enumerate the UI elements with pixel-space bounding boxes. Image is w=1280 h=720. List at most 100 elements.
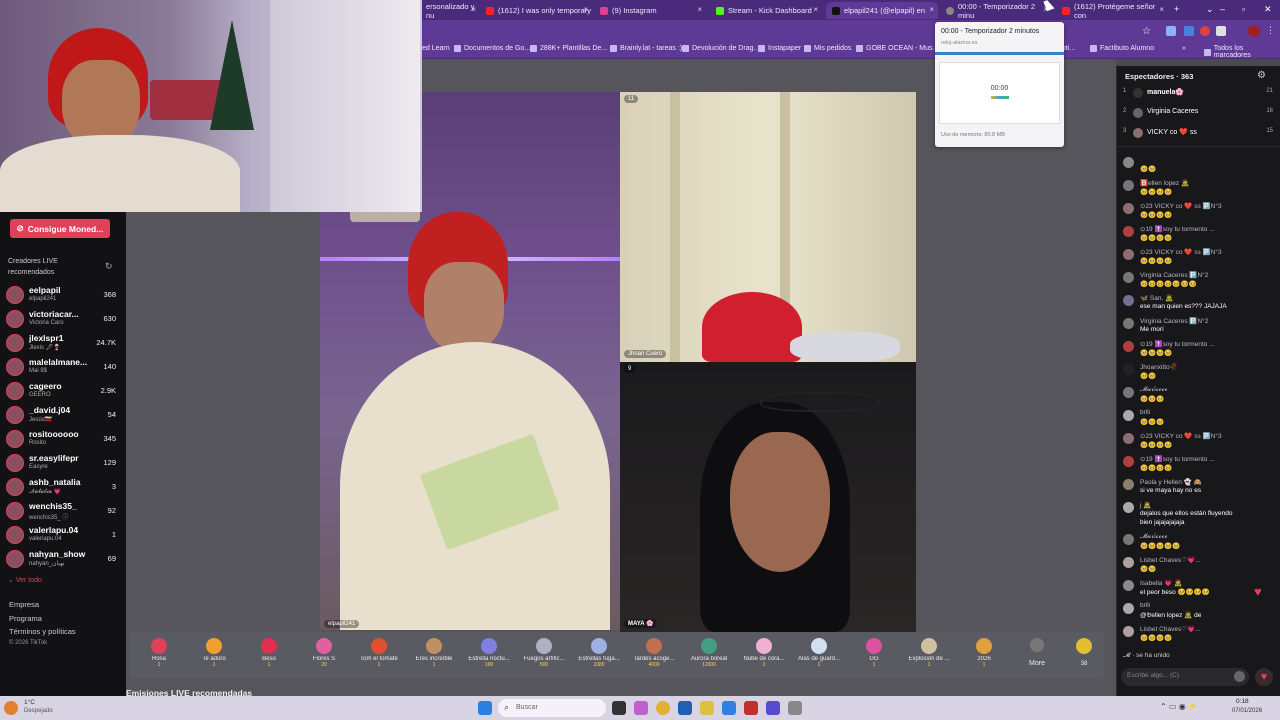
bookmark[interactable]: Documentos de Go... bbox=[454, 45, 530, 52]
browser-tab[interactable]: (1612) Protégeme señor con × bbox=[1056, 2, 1168, 20]
chrome-icon[interactable] bbox=[656, 701, 670, 715]
see-all-link[interactable]: ⌄ Ver todo bbox=[8, 576, 42, 584]
gift-item[interactable]: Aurora boreal 12000 bbox=[680, 636, 738, 668]
gift-item[interactable]: Flores S 20 bbox=[295, 636, 353, 668]
close-tab-icon[interactable]: × bbox=[929, 5, 934, 14]
chat-message[interactable]: Virginia Caceres 🅿️N°2 Me morí bbox=[1123, 317, 1275, 340]
creator-item[interactable]: ashb_natalia 𝓝𝓪𝓽𝓪𝓵𝓲𝓪 💗 3 bbox=[6, 476, 120, 498]
maximize-icon[interactable]: ▫ bbox=[1242, 4, 1245, 14]
creator-item[interactable]: eelpapil elpapil241 368 bbox=[6, 284, 120, 306]
file-explorer-icon[interactable] bbox=[700, 701, 714, 715]
creator-item[interactable]: wenchis35_ wenchis35_ ⓘ 92 bbox=[6, 500, 120, 522]
bookmark[interactable]: GOBE OCEAN - Mus... bbox=[856, 45, 938, 52]
bookmark[interactable]: 288K+ Plantillas De... bbox=[530, 45, 607, 52]
app-icon[interactable] bbox=[722, 701, 736, 715]
gift-item[interactable]: 2026 1 bbox=[955, 636, 1013, 668]
extension-icon[interactable] bbox=[1184, 26, 1194, 36]
creator-item[interactable]: valerlapu.04 valeriapu.04 1 bbox=[6, 524, 120, 546]
coin-balance[interactable]: 38 bbox=[1068, 636, 1100, 668]
creator-item[interactable]: cageero GEERO 2.9K bbox=[6, 380, 120, 402]
guest-video-1[interactable]: 11 Jhoan Cuero bbox=[620, 92, 916, 362]
get-coins-button[interactable]: ⊘ Consigue Moned... bbox=[10, 219, 110, 238]
browser-tab[interactable]: elpapil241 (@elpapil) en × bbox=[826, 2, 938, 19]
bookmark[interactable]: Brainly.lat - tareas :) bbox=[610, 45, 682, 52]
bookmark[interactable]: Mis pedidos bbox=[804, 45, 851, 52]
gift-item[interactable]: Te adoro 1 bbox=[185, 636, 243, 668]
more-gifts-button[interactable]: More bbox=[1026, 636, 1048, 668]
top-viewer[interactable]: 3 VICKY co ❤️ ss 15 bbox=[1123, 128, 1273, 142]
extensions-puzzle-icon[interactable] bbox=[1216, 26, 1226, 36]
gift-item[interactable]: Tom el tomate 1 bbox=[350, 636, 408, 668]
creator-item[interactable]: victoriacar... Victoria Caro 630 bbox=[6, 308, 120, 330]
discord-icon[interactable] bbox=[766, 701, 780, 715]
chat-message[interactable]: ⊙23 VICKY co ❤️ ss 🅿️N°3 🥺🥺🥺🥺 bbox=[1123, 248, 1275, 271]
star-icon[interactable]: ☆ bbox=[1142, 26, 1151, 37]
close-tab-icon[interactable]: × bbox=[1159, 5, 1164, 14]
more-bookmarks-icon[interactable]: » bbox=[1182, 45, 1186, 52]
chat-message[interactable]: brlli 🥺🥺🥺 bbox=[1123, 409, 1275, 432]
creator-item[interactable]: nahyan_show nahyan_نهيان 69 bbox=[6, 548, 120, 570]
creator-item[interactable]: jlexlspr1 Jlexis 🖋🍷 24.7K bbox=[6, 332, 120, 354]
all-bookmarks[interactable]: Todos los marcadores bbox=[1204, 45, 1280, 59]
weather-icon[interactable] bbox=[4, 701, 18, 715]
gift-item[interactable]: Rosa 1 bbox=[130, 636, 188, 668]
taskbar-search[interactable]: ⌕ Buscar bbox=[498, 699, 606, 717]
chat-message[interactable]: ⊙19 ✝️soy tu tormento ... 🥺🥺🥺🥺 bbox=[1123, 455, 1275, 478]
task-view-icon[interactable] bbox=[612, 701, 626, 715]
like-heart-icon[interactable]: ♥ bbox=[1255, 668, 1273, 686]
gift-item[interactable]: Fuegos artific... 500 bbox=[515, 636, 573, 668]
extension-icon[interactable] bbox=[1200, 26, 1210, 36]
footer-link[interactable]: Empresa bbox=[9, 600, 39, 609]
chat-message[interactable]: j 🧟 dejalos que ellos están fluyendo bien … bbox=[1123, 501, 1275, 533]
gift-item[interactable]: Estrella noctu... 199 bbox=[460, 636, 518, 668]
browser-tab[interactable]: Stream - Kick Dashboard × bbox=[710, 2, 822, 19]
extension-icon[interactable] bbox=[1166, 26, 1176, 36]
app-icon[interactable] bbox=[788, 701, 802, 715]
close-tab-icon[interactable]: × bbox=[471, 5, 476, 14]
chat-message[interactable]: ⊙23 VICKY co ❤️ ss 🅿️N°3 🥺🥺🥺🥺 bbox=[1123, 202, 1275, 225]
creator-item[interactable]: _david.j04 Jesús🇻🇪 54 bbox=[6, 404, 120, 426]
close-tab-icon[interactable]: × bbox=[813, 5, 818, 14]
app-icon[interactable] bbox=[634, 701, 648, 715]
footer-link[interactable]: Términos y políticas bbox=[9, 627, 76, 636]
chat-message[interactable]: Jhoanxitto🥀 🥺🥺 bbox=[1123, 363, 1275, 386]
minimize-icon[interactable]: – bbox=[1220, 4, 1225, 14]
bookmark[interactable]: Instapaper bbox=[758, 45, 801, 52]
new-tab-button[interactable]: + bbox=[1174, 4, 1179, 14]
chat-message[interactable]: 🦋 San. 🧟 ese man quien es??? JAJAJA bbox=[1123, 294, 1275, 317]
top-viewer[interactable]: 2 Virginia Caceres 16 bbox=[1123, 108, 1273, 122]
close-tab-icon[interactable]: × bbox=[583, 5, 588, 14]
chat-message[interactable]: Paola y Hellen 👻 🙈 si ve maya hay no es bbox=[1123, 478, 1275, 501]
creator-item[interactable]: malelalmane... Mai 8$ 140 bbox=[6, 356, 120, 378]
chat-message[interactable]: ⊙23 VICKY co ❤️ ss 🅿️N°3 🥺🥺🥺🥺 bbox=[1123, 432, 1275, 455]
close-tab-icon[interactable]: × bbox=[697, 5, 702, 14]
bookmark[interactable]: ed Learn bbox=[422, 45, 450, 52]
chat-message[interactable]: Virginia Caceres 🅿️N°2 🥺🥺🥺🥺🥺🥺🥺 bbox=[1123, 271, 1275, 294]
chat-message[interactable]: Lisbet Chaves♡💗... 🥺🥺🥺🥺 bbox=[1123, 625, 1275, 648]
avatar[interactable] bbox=[1248, 25, 1260, 37]
tray-icons[interactable]: ⌃ ▭ ◉ ⚡ bbox=[1160, 702, 1198, 711]
chat-message[interactable]: Lisbet Chaves♡💗... 🥺🥺 bbox=[1123, 556, 1275, 579]
top-viewer[interactable]: 1 manuela🌸 21 bbox=[1123, 88, 1273, 102]
gift-item[interactable]: Nube de cora... 1 bbox=[735, 636, 793, 668]
chat-input[interactable]: Escribe algo... (C) bbox=[1121, 668, 1249, 686]
chat-message[interactable]: ⊙19 ✝️soy tu tormento ... 🥺🥺🥺🥺 bbox=[1123, 225, 1275, 248]
browser-tab[interactable]: (9) Instagram × bbox=[594, 2, 706, 19]
bookmark[interactable]: Devolución de Drag... bbox=[682, 45, 759, 52]
browser-tab[interactable]: (1612) I was only temporary × bbox=[480, 2, 592, 19]
chat-message[interactable]: Isabella 💗 🧟 el peor beso 🥺🥺🥺🥺 bbox=[1123, 579, 1275, 602]
bookmark[interactable]: Factibuto Alumno bbox=[1090, 45, 1154, 52]
chevron-down-icon[interactable]: ⌄ bbox=[1206, 4, 1214, 15]
chat-message[interactable]: 𝓜𝓪𝓻í𝓬𝓸𝓬𝓸 🥺🥺🥺 bbox=[1123, 386, 1275, 409]
footer-link[interactable]: Programa bbox=[9, 614, 42, 623]
windows-start-icon[interactable] bbox=[478, 701, 492, 715]
gift-item[interactable]: Beso 1 bbox=[240, 636, 298, 668]
gift-item[interactable]: GG 1 bbox=[845, 636, 903, 668]
gift-item[interactable]: Explosión de ... 1 bbox=[900, 636, 958, 668]
gift-item[interactable]: Estrellas fuga... 1080 bbox=[570, 636, 628, 668]
chat-message[interactable]: 🥺🥺 bbox=[1123, 156, 1275, 179]
refresh-icon[interactable]: ↻ bbox=[105, 261, 113, 272]
browser-tab[interactable]: ersonalizado y nu × bbox=[420, 2, 480, 20]
creator-item[interactable]: rositoooooo Rosito 345 bbox=[6, 428, 120, 450]
chat-message[interactable]: ⊙19 ✝️soy tu tormento ... 🥺🥺🥺🥺 bbox=[1123, 340, 1275, 363]
